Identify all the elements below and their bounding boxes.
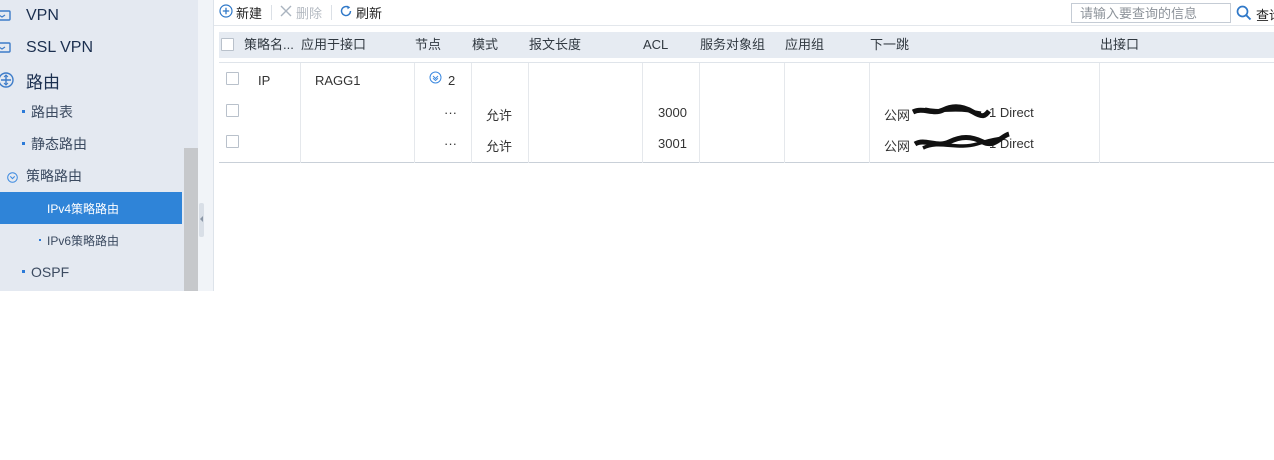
sidebar-item-policy-route[interactable]: 策略路由 — [0, 160, 184, 192]
interface-cell: RAGG1 — [315, 73, 361, 88]
refresh-icon — [339, 4, 356, 21]
plus-circle-icon — [219, 4, 236, 21]
toolbar: 新建 删除 刷新 查询 — [214, 0, 1274, 26]
sidebar-item-label: 路由表 — [31, 104, 73, 120]
column-divider — [1099, 63, 1100, 163]
sidebar-item-ipv6-policy-route[interactable]: IPv6策略路由 — [0, 224, 184, 256]
sidebar-item-ospf[interactable]: OSPF — [0, 256, 184, 288]
sidebar-item-label: VPN — [26, 7, 59, 24]
column-divider — [471, 63, 472, 163]
delete-button-label: 删除 — [296, 6, 323, 21]
delete-button[interactable]: 删除 — [279, 0, 322, 25]
column-divider — [869, 63, 870, 163]
column-divider — [784, 63, 785, 163]
acl-cell: 3001 — [658, 136, 687, 151]
panel-splitter[interactable] — [198, 0, 214, 291]
sidebar-item-ipv4-policy-route[interactable]: IPv4策略路由 — [0, 192, 182, 224]
mode-cell: 允许 — [486, 139, 513, 154]
sidebar-scrollbar-thumb[interactable] — [184, 148, 198, 291]
node-count-cell: 2 — [448, 73, 456, 88]
select-all-checkbox[interactable] — [221, 38, 234, 51]
sidebar-item-route[interactable]: 路由 — [0, 64, 184, 96]
node-cell[interactable]: ··· — [444, 136, 457, 151]
node-cell[interactable]: ··· — [444, 105, 457, 120]
toolbar-divider — [331, 5, 332, 20]
column-header-mode[interactable]: 模式 — [472, 32, 498, 58]
sidebar-item-label: IPv4策略路由 — [47, 201, 120, 216]
column-header-app-group[interactable]: 应用组 — [785, 32, 824, 58]
column-divider — [300, 63, 301, 163]
next-hop-prefix: 公网 — [884, 139, 911, 154]
refresh-button-label: 刷新 — [356, 6, 383, 21]
chevron-down-icon[interactable] — [429, 71, 442, 84]
column-divider — [642, 63, 643, 163]
column-divider — [528, 63, 529, 163]
sidebar-item-label: IPv6策略路由 — [47, 233, 120, 248]
column-divider — [414, 63, 415, 163]
sidebar: VPN SSL VPN 路由 路由表 静态路由 策略路由 IPv4策略路由 IP… — [0, 0, 198, 291]
column-header-policy-name[interactable]: 策略名... — [244, 32, 294, 58]
column-header-service-group[interactable]: 服务对象组 — [700, 32, 765, 58]
column-header-node[interactable]: 节点 — [415, 32, 441, 58]
sidebar-item-vpn[interactable]: VPN — [0, 0, 184, 32]
toolbar-divider — [271, 5, 272, 20]
row-checkbox[interactable] — [226, 72, 239, 85]
new-button-label: 新建 — [236, 6, 263, 21]
sidebar-item-label: SSL VPN — [26, 39, 93, 56]
mode-cell: 允许 — [486, 108, 513, 123]
policy-route-table: 策略名... 应用于接口 节点 模式 报文长度 ACL 服务对象组 应用组 下一… — [219, 32, 1274, 163]
collapse-arrow-icon[interactable] — [200, 216, 203, 222]
sidebar-item-label: 路由 — [26, 72, 60, 92]
bullet-icon — [22, 142, 25, 145]
sidebar-item-static-route[interactable]: 静态路由 — [0, 128, 184, 160]
column-header-out-interface[interactable]: 出接口 — [1100, 32, 1139, 58]
sidebar-item-ssl-vpn[interactable]: SSL VPN — [0, 32, 184, 64]
row-checkbox[interactable] — [226, 104, 239, 117]
redaction-scribble — [913, 131, 1010, 150]
sidebar-item-route-table[interactable]: 路由表 — [0, 96, 184, 128]
search-icon[interactable] — [1235, 4, 1253, 22]
bullet-icon — [22, 270, 25, 273]
sidebar-item-label: 策略路由 — [26, 168, 82, 184]
table-header: 策略名... 应用于接口 节点 模式 报文长度 ACL 服务对象组 应用组 下一… — [219, 32, 1274, 58]
refresh-button[interactable]: 刷新 — [339, 0, 382, 25]
row-checkbox[interactable] — [226, 135, 239, 148]
vpn-icon — [0, 9, 14, 23]
acl-cell: 3000 — [658, 105, 687, 120]
column-header-interface[interactable]: 应用于接口 — [301, 32, 366, 58]
new-button[interactable]: 新建 — [219, 0, 262, 25]
close-icon — [279, 4, 296, 21]
bullet-icon — [22, 110, 25, 113]
column-divider — [699, 63, 700, 163]
chevron-down-icon — [7, 170, 18, 183]
sidebar-item-label: OSPF — [31, 264, 70, 280]
column-header-acl[interactable]: ACL — [643, 32, 668, 58]
search-input[interactable] — [1071, 3, 1231, 23]
redaction-scribble — [911, 104, 991, 119]
column-header-packet-length[interactable]: 报文长度 — [529, 32, 581, 58]
next-hop-suffix: 1 Direct — [989, 105, 1034, 120]
sidebar-item-label: 静态路由 — [31, 136, 87, 152]
table-body: IP RAGG1 2 ··· 允许 3000 公网 1 Direct ··· 允… — [219, 62, 1274, 163]
sidebar-scrollbar[interactable] — [184, 0, 198, 291]
route-icon — [0, 72, 14, 88]
column-header-next-hop[interactable]: 下一跳 — [870, 32, 909, 58]
next-hop-prefix: 公网 — [884, 108, 911, 123]
policy-name-cell: IP — [258, 73, 271, 88]
ssl-vpn-icon — [0, 41, 14, 55]
search-button[interactable]: 查询 — [1256, 5, 1274, 24]
bullet-icon — [39, 239, 41, 241]
